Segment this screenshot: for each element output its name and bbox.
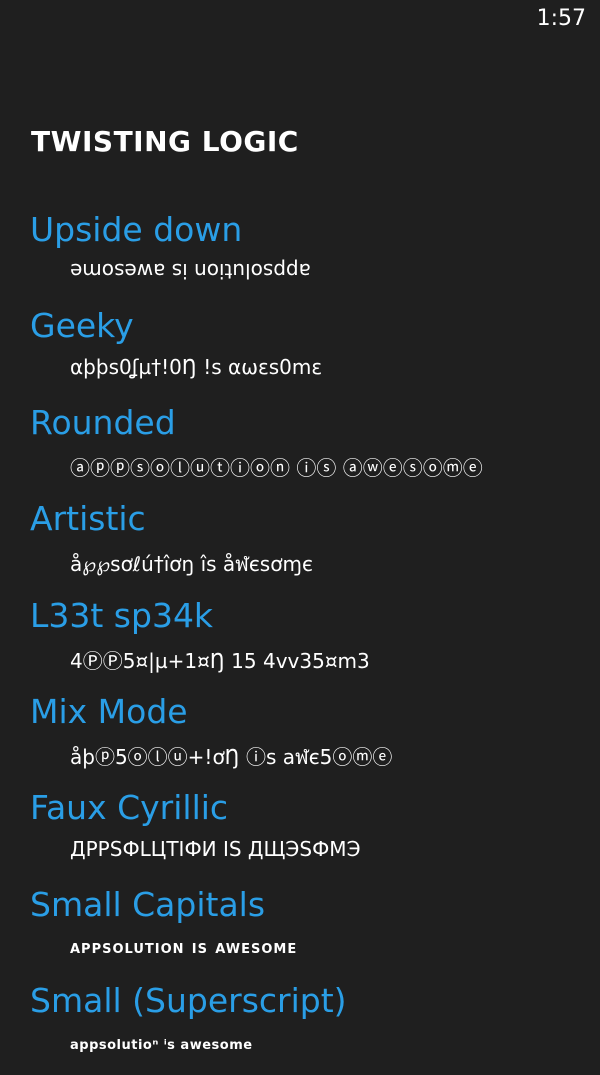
list-item-geeky[interactable]: Geeky αþþs0ʆµ†!0Ŋ !s αωεs0mε	[0, 303, 600, 399]
style-name: Mix Mode	[30, 691, 188, 731]
list-item-artistic[interactable]: Artistic å℘℘ѕơℓú†îơŋ îѕ åฬєѕơɱє	[0, 496, 600, 592]
page-title: TWISTING LOGIC	[31, 125, 299, 158]
style-name: L33t sp34k	[30, 595, 214, 635]
status-bar: 1:57	[0, 0, 600, 40]
style-sample: ⓐⓟⓟⓢⓞⓛⓤⓣⓘⓞⓝ ⓘⓢ ⓐⓦⓔⓢⓞⓜⓔ	[70, 455, 483, 480]
style-sample: αþþs0ʆµ†!0Ŋ !s αωεs0mε	[70, 355, 323, 380]
style-sample: åþⓟ5ⓞⓛⓤ+!ơŊ ⓘs aฬє5ⓞⓜⓔ	[70, 744, 393, 769]
style-sample: appsolutioⁿ ⁱs awesome	[70, 1038, 253, 1054]
style-sample: å℘℘ѕơℓú†îơŋ îѕ åฬєѕơɱє	[70, 552, 313, 577]
list-item-mix-mode[interactable]: Mix Mode åþⓟ5ⓞⓛⓤ+!ơŊ ⓘs aฬє5ⓞⓜⓔ	[0, 689, 600, 785]
list-item-faux-cyrillic[interactable]: Faux Cyrillic ДРРЅФLЦТІФИ ІЅ ДЩЭЅФМЭ	[0, 785, 600, 881]
list-item-rounded[interactable]: Rounded ⓐⓟⓟⓢⓞⓛⓤⓣⓘⓞⓝ ⓘⓢ ⓐⓦⓔⓢⓞⓜⓔ	[0, 400, 600, 496]
clock: 1:57	[536, 6, 586, 31]
style-list: Upside down appsolution is awesome Geeky…	[0, 207, 600, 1075]
style-name: Geeky	[30, 306, 134, 346]
style-sample: ДРРЅФLЦТІФИ ІЅ ДЩЭЅФМЭ	[70, 837, 361, 862]
list-item-small-capitals[interactable]: Small Capitals appsolution is awesome	[0, 882, 600, 978]
style-name: Faux Cyrillic	[30, 788, 229, 828]
style-name: Small (Superscript)	[30, 981, 347, 1021]
list-item-leet-speak[interactable]: L33t sp34k 4ⓅⓅ5¤|µ+1¤Ŋ 15 4vv35¤m3	[0, 593, 600, 689]
style-name: Rounded	[30, 402, 176, 442]
style-name: Upside down	[30, 210, 243, 249]
style-sample: appsolution is awesome	[70, 259, 311, 283]
list-item-upside-down[interactable]: Upside down appsolution is awesome	[0, 207, 600, 303]
style-sample: appsolution is awesome	[70, 936, 298, 958]
style-name: Small Capitals	[30, 884, 266, 924]
list-item-small-superscript[interactable]: Small (Superscript) appsolutioⁿ ⁱs aweso…	[0, 978, 600, 1074]
style-sample: 4ⓅⓅ5¤|µ+1¤Ŋ 15 4vv35¤m3	[70, 648, 370, 673]
style-name: Artistic	[30, 499, 146, 539]
